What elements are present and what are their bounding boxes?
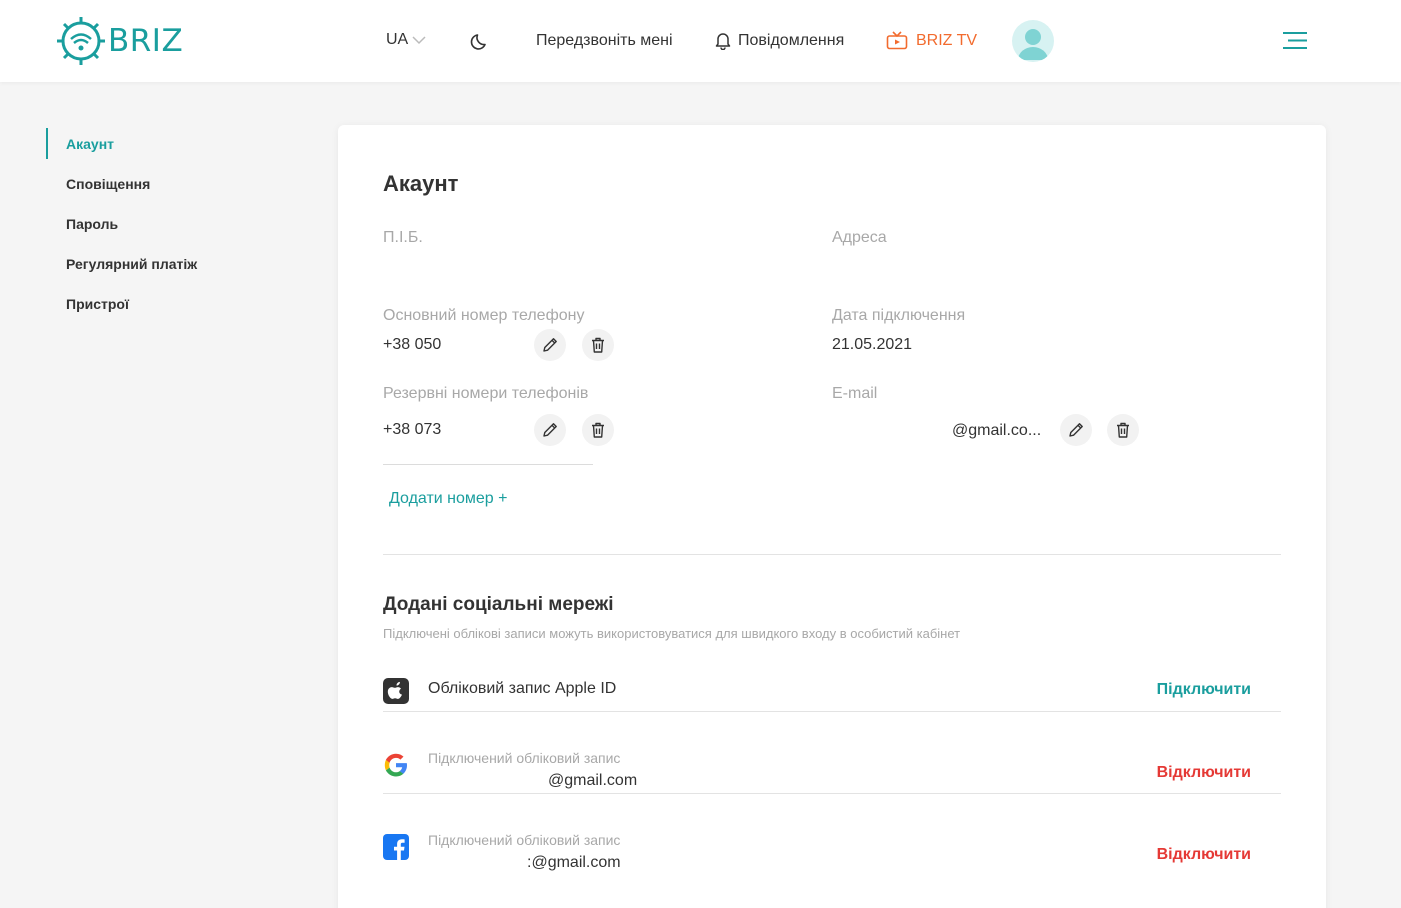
facebook-icon xyxy=(383,834,409,860)
apple-connect-button[interactable]: Підключити xyxy=(1157,681,1251,699)
social-row-google: Підключений обліковий запис @gmail.com В… xyxy=(383,712,1281,794)
tv-icon xyxy=(886,31,908,50)
sidebar-item-account[interactable]: Акаунт xyxy=(46,128,296,168)
full-name-label: П.І.Б. xyxy=(383,229,423,246)
top-header: BRIZ UA Передзвоніть мені Повідомлення B… xyxy=(0,0,1401,82)
google-icon xyxy=(384,753,407,777)
pencil-icon xyxy=(1069,423,1083,437)
social-row-facebook: Підключений обліковий запис :@gmail.com … xyxy=(383,794,1281,876)
main-phone-label: Основний номер телефону xyxy=(383,307,585,324)
connection-date-label: Дата підключення xyxy=(832,307,966,324)
account-card: Акаунт П.І.Б. Адреса Основний номер теле… xyxy=(338,125,1326,908)
sidebar-item-devices[interactable]: Пристрої xyxy=(46,288,296,328)
google-email: @gmail.com xyxy=(548,772,638,789)
trash-icon xyxy=(1117,422,1129,438)
social-networks-title: Додані соціальні мережі xyxy=(383,594,614,615)
sidebar-item-notifications[interactable]: Сповіщення xyxy=(46,168,296,208)
trash-icon xyxy=(592,337,604,353)
backup-phone-value: +38 073 xyxy=(383,421,442,438)
pencil-icon xyxy=(543,338,557,352)
briz-tv-label: BRIZ TV xyxy=(916,31,978,49)
burger-menu-icon[interactable] xyxy=(1283,31,1307,50)
email-value: @gmail.co... xyxy=(952,422,1042,439)
facebook-disconnect-button[interactable]: Відключити xyxy=(1157,846,1251,864)
briz-tv-link[interactable]: BRIZ TV xyxy=(886,31,977,50)
user-avatar[interactable] xyxy=(1012,20,1054,62)
social-networks-subtitle: Підключені облікові записи можуть викори… xyxy=(383,626,961,641)
language-value: UA xyxy=(386,31,409,48)
facebook-email: :@gmail.com xyxy=(527,854,621,871)
section-divider xyxy=(383,554,1281,555)
email-label: E-mail xyxy=(832,385,878,402)
briz-logo[interactable]: BRIZ xyxy=(56,15,183,67)
settings-sidebar: Акаунт Сповіщення Пароль Регулярний плат… xyxy=(46,128,296,328)
user-avatar-icon xyxy=(1018,29,1048,60)
sidebar-item-password[interactable]: Пароль xyxy=(46,208,296,248)
delete-backup-phone-button[interactable] xyxy=(582,414,614,446)
notifications-label: Повідомлення xyxy=(738,31,845,49)
apple-id-label: Обліковий запис Apple ID xyxy=(428,680,617,697)
facebook-caption: Підключений обліковий запис xyxy=(428,832,621,848)
google-disconnect-button[interactable]: Відключити xyxy=(1157,764,1251,782)
bell-icon xyxy=(715,33,731,50)
phone-input-underline xyxy=(383,464,593,465)
edit-main-phone-button[interactable] xyxy=(534,329,566,361)
edit-email-button[interactable] xyxy=(1060,414,1092,446)
backup-phones-label: Резервні номери телефонів xyxy=(383,385,589,402)
google-caption: Підключений обліковий запис xyxy=(428,750,621,766)
language-select[interactable]: UA xyxy=(386,31,426,49)
callback-link[interactable]: Передзвоніть мені xyxy=(536,32,673,50)
chevron-down-icon xyxy=(412,36,426,45)
notifications-link[interactable]: Повідомлення xyxy=(714,31,844,50)
connection-date-value: 21.05.2021 xyxy=(832,336,913,353)
main-phone-value: +38 050 xyxy=(383,336,442,353)
delete-main-phone-button[interactable] xyxy=(582,329,614,361)
logo-text: BRIZ xyxy=(108,23,184,59)
pencil-icon xyxy=(543,423,557,437)
briz-logo-icon xyxy=(57,17,105,65)
add-number-link[interactable]: Додати номер + xyxy=(389,490,507,508)
delete-email-button[interactable] xyxy=(1107,414,1139,446)
apple-icon xyxy=(383,678,409,704)
sidebar-item-regular-payment[interactable]: Регулярний платіж xyxy=(46,248,296,288)
address-label: Адреса xyxy=(832,229,887,246)
page-title: Акаунт xyxy=(383,171,459,196)
social-row-apple: Обліковий запис Apple ID Підключити xyxy=(383,666,1281,712)
trash-icon xyxy=(592,422,604,438)
dark-mode-moon-icon[interactable] xyxy=(470,31,490,51)
edit-backup-phone-button[interactable] xyxy=(534,414,566,446)
